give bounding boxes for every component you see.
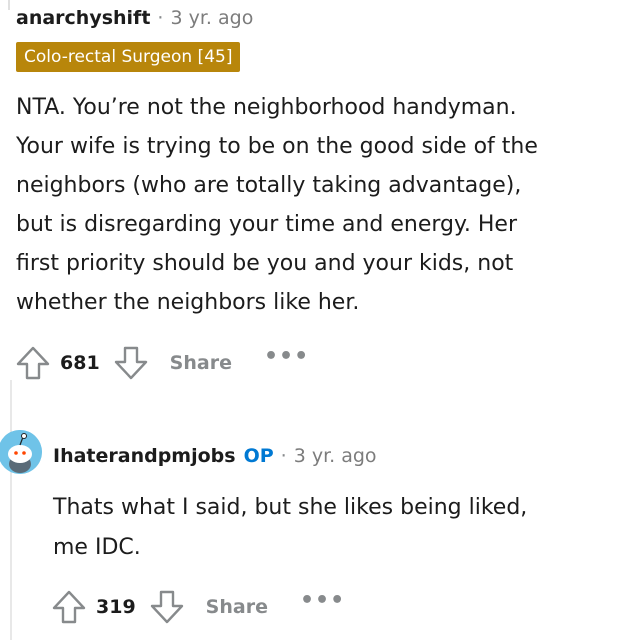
thread-line[interactable] (10, 380, 12, 640)
comment-body: NTA. You’re not the neighborhood handyma… (16, 88, 616, 322)
comment-meta: anarchyshift · 3 yr. ago (16, 0, 616, 36)
vote-score: 319 (96, 596, 136, 618)
comment-meta: Ihaterandpmjobs OP · 3 yr. ago (53, 438, 377, 474)
comment-body: Thats what I said, but she likes being l… (53, 488, 613, 568)
more-options-button[interactable]: ••• (264, 346, 309, 368)
comment-body-line: whether the neighbors like her. (16, 290, 360, 315)
comment-timestamp[interactable]: 3 yr. ago (294, 445, 377, 467)
op-badge: OP (243, 445, 274, 467)
more-options-button[interactable]: ••• (300, 590, 345, 612)
meta-separator: · (280, 445, 287, 467)
upvote-arrow-icon (16, 346, 50, 380)
comment-body-line: NTA. You’re not the neighborhood handyma… (16, 95, 517, 120)
upvote-button[interactable] (50, 588, 88, 626)
comment-body-line: Thats what I said, but she likes being l… (53, 495, 528, 520)
upvote-button[interactable] (14, 344, 52, 382)
comment-body-line: Your wife is trying to be on the good si… (16, 134, 538, 159)
comment-timestamp[interactable]: 3 yr. ago (170, 7, 253, 29)
comment-author[interactable]: anarchyshift (16, 7, 150, 29)
downvote-button[interactable] (148, 588, 186, 626)
comment-actions: 319 Share ••• (50, 588, 345, 626)
comment-body-line: but is disregarding your time and energy… (16, 212, 517, 237)
downvote-button[interactable] (112, 344, 150, 382)
comment-body-line: first priority should be you and your ki… (16, 251, 514, 276)
snoo-avatar-graphic (0, 430, 42, 474)
upvote-arrow-icon (52, 590, 86, 624)
meta-separator: · (157, 7, 164, 29)
user-flair: Colo-rectal Surgeon [45] (16, 42, 241, 72)
comment-actions: 681 Share ••• (14, 344, 309, 382)
comment-author[interactable]: Ihaterandpmjobs (53, 445, 236, 467)
downvote-arrow-icon (150, 590, 183, 624)
thread-line[interactable] (8, 0, 10, 10)
comment-body-line: me IDC. (53, 535, 141, 560)
downvote-arrow-icon (114, 346, 147, 380)
comment-body-line: neighbors (who are totally taking advant… (16, 173, 522, 198)
comment-anarchyshift: anarchyshift · 3 yr. ago (16, 0, 616, 36)
share-button[interactable]: Share (206, 596, 268, 618)
vote-score: 681 (60, 352, 100, 374)
snoo-avatar-icon[interactable] (0, 430, 42, 474)
share-button[interactable]: Share (170, 352, 232, 374)
